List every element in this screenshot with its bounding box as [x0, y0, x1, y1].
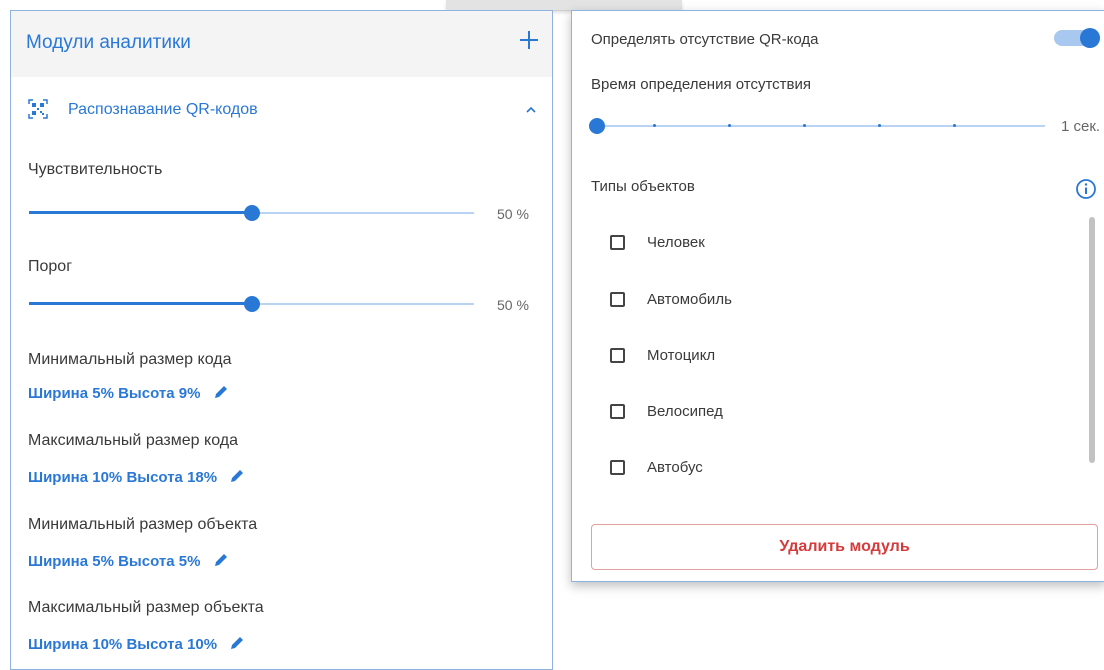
checkbox-icon[interactable]	[610, 404, 625, 419]
sensitivity-value: 50 %	[497, 206, 529, 222]
object-type-label: Велосипед	[647, 403, 723, 420]
panel-header: Модули аналитики	[11, 11, 552, 77]
object-type-label: Человек	[647, 234, 705, 251]
slider-tick	[878, 124, 881, 127]
detect-absence-label: Определять отсутствие QR-кода	[591, 31, 819, 48]
min-code-size-value: Ширина 5% Высота 9%	[28, 385, 201, 402]
object-type-label: Мотоцикл	[647, 347, 716, 364]
pencil-icon	[214, 554, 227, 566]
pencil-icon	[231, 637, 244, 649]
threshold-slider[interactable]	[29, 296, 474, 312]
min-code-size-label: Минимальный размер кода	[28, 351, 232, 368]
slider-tick	[728, 124, 731, 127]
slider-fill	[29, 211, 252, 214]
slider-track	[589, 125, 1045, 127]
pencil-icon	[231, 470, 244, 482]
object-types-scrollbar[interactable]	[1089, 217, 1095, 463]
object-type-label: Автомобиль	[647, 291, 732, 308]
slider-tick	[953, 124, 956, 127]
slider-thumb[interactable]	[243, 296, 260, 312]
chevron-up-icon[interactable]	[526, 105, 536, 115]
object-types-label: Типы объектов	[591, 178, 695, 195]
min-object-size-label: Минимальный размер объекта	[28, 516, 258, 533]
module-settings-panel: Определять отсутствие QR-кода Время опре…	[571, 10, 1104, 582]
section-title: Распознавание QR-кодов	[68, 101, 258, 118]
max-code-size-value: Ширина 10% Высота 18%	[28, 469, 218, 486]
pencil-icon	[214, 386, 227, 398]
toggle-knob	[1080, 28, 1100, 48]
slider-thumb[interactable]	[243, 205, 260, 221]
slider-thumb[interactable]	[589, 118, 605, 134]
info-icon[interactable]	[1075, 178, 1097, 200]
slider-tick	[803, 124, 806, 127]
sensitivity-slider[interactable]	[29, 205, 474, 221]
max-object-size-value: Ширина 10% Высота 10%	[28, 636, 218, 653]
threshold-value: 50 %	[497, 297, 529, 313]
qr-code-icon	[28, 99, 48, 119]
max-object-size-link[interactable]: Ширина 10% Высота 10%	[28, 635, 245, 653]
absence-time-label: Время определения отсутствия	[591, 76, 812, 93]
analytics-modules-panel: Модули аналитики Распознавание QR-кодов …	[10, 10, 553, 670]
max-code-size-label: Максимальный размер кода	[28, 432, 238, 449]
absence-time-slider[interactable]	[589, 118, 1045, 134]
max-code-size-link[interactable]: Ширина 10% Высота 18%	[28, 468, 245, 486]
panel-title: Модули аналитики	[26, 32, 191, 53]
min-code-size-link[interactable]: Ширина 5% Высота 9%	[28, 384, 229, 402]
object-type-label: Автобус	[647, 459, 703, 476]
checkbox-icon[interactable]	[610, 348, 625, 363]
add-module-button[interactable]	[518, 29, 540, 51]
checkbox-icon[interactable]	[610, 460, 625, 475]
absence-time-value: 1 сек.	[1061, 118, 1101, 135]
max-object-size-label: Максимальный размер объекта	[28, 599, 264, 616]
delete-module-button[interactable]: Удалить модуль	[591, 524, 1098, 570]
min-object-size-link[interactable]: Ширина 5% Высота 5%	[28, 552, 229, 570]
checkbox-icon[interactable]	[610, 235, 625, 250]
min-object-size-value: Ширина 5% Высота 5%	[28, 553, 201, 570]
sensitivity-label: Чувствительность	[28, 161, 163, 178]
checkbox-icon[interactable]	[610, 292, 625, 307]
qr-section-header[interactable]: Распознавание QR-кодов	[11, 93, 552, 129]
detect-absence-toggle[interactable]	[1054, 28, 1100, 48]
threshold-label: Порог	[28, 258, 73, 275]
slider-fill	[29, 302, 252, 305]
slider-tick	[653, 124, 656, 127]
